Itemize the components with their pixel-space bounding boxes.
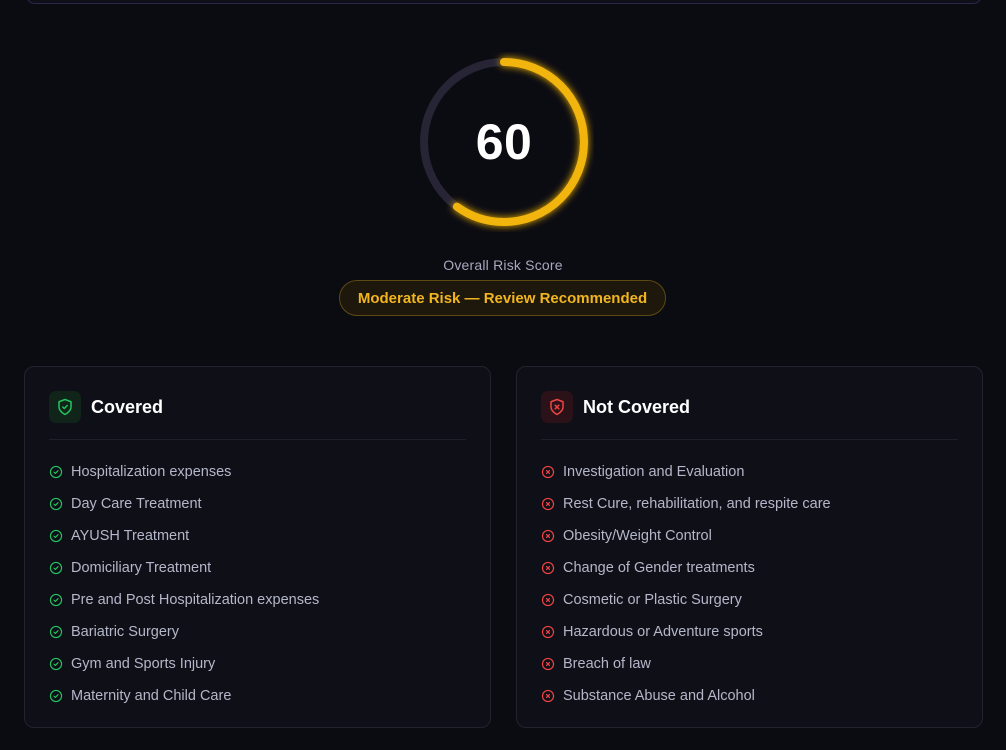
list-item: Investigation and Evaluation	[541, 456, 958, 488]
list-item-label: AYUSH Treatment	[71, 528, 190, 544]
list-item: AYUSH Treatment	[49, 520, 466, 552]
list-item: Gym and Sports Injury	[49, 648, 466, 680]
list-item: Obesity/Weight Control	[541, 520, 958, 552]
check-circle-icon	[49, 657, 63, 671]
list-item: Pre and Post Hospitalization expenses	[49, 584, 466, 616]
covered-card-header: Covered	[49, 391, 466, 440]
x-circle-icon	[541, 465, 555, 479]
list-item-label: Rest Cure, rehabilitation, and respite c…	[563, 496, 831, 512]
list-item: Maternity and Child Care	[49, 680, 466, 712]
list-item: Substance Abuse and Alcohol	[541, 680, 958, 712]
covered-title: Covered	[91, 397, 164, 417]
x-circle-icon	[541, 497, 555, 511]
not-covered-card: Not Covered Investigation and Evaluation…	[516, 366, 983, 728]
list-item: Domiciliary Treatment	[49, 552, 466, 584]
risk-score-value: 60	[475, 114, 533, 170]
list-item: Hazardous or Adventure sports	[541, 616, 958, 648]
list-item: Bariatric Surgery	[49, 616, 466, 648]
list-item-label: Change of Gender treatments	[563, 560, 755, 576]
check-circle-icon	[49, 625, 63, 639]
x-circle-icon	[541, 657, 555, 671]
check-circle-icon	[49, 593, 63, 607]
list-item-label: Maternity and Child Care	[71, 688, 232, 704]
risk-score-gauge: 60	[414, 52, 594, 232]
covered-card: Covered Hospitalization expenses Day Care…	[24, 366, 491, 728]
top-panel-edge	[26, 0, 982, 4]
list-item-label: Investigation and Evaluation	[563, 464, 745, 480]
x-circle-icon	[541, 529, 555, 543]
check-circle-icon	[49, 529, 63, 543]
shield-check-icon	[49, 391, 81, 423]
check-circle-icon	[49, 465, 63, 479]
x-circle-icon	[541, 689, 555, 703]
x-circle-icon	[541, 561, 555, 575]
list-item: Change of Gender treatments	[541, 552, 958, 584]
list-item-label: Obesity/Weight Control	[563, 528, 712, 544]
shield-x-icon	[541, 391, 573, 423]
list-item: Day Care Treatment	[49, 488, 466, 520]
list-item-label: Hospitalization expenses	[71, 464, 232, 480]
list-item-label: Breach of law	[563, 656, 651, 672]
list-item-label: Hazardous or Adventure sports	[563, 624, 763, 640]
not-covered-list: Investigation and Evaluation Rest Cure, r…	[541, 456, 958, 712]
not-covered-title: Not Covered	[583, 397, 691, 417]
list-item-label: Pre and Post Hospitalization expenses	[71, 592, 320, 608]
list-item-label: Gym and Sports Injury	[71, 656, 216, 672]
list-item: Breach of law	[541, 648, 958, 680]
x-circle-icon	[541, 593, 555, 607]
check-circle-icon	[49, 689, 63, 703]
list-item-label: Cosmetic or Plastic Surgery	[563, 592, 742, 608]
not-covered-card-header: Not Covered	[541, 391, 958, 440]
list-item: Hospitalization expenses	[49, 456, 466, 488]
risk-score-label: Overall Risk Score	[443, 257, 563, 273]
list-item: Rest Cure, rehabilitation, and respite c…	[541, 488, 958, 520]
list-item-label: Bariatric Surgery	[71, 624, 179, 640]
check-circle-icon	[49, 561, 63, 575]
list-item-label: Substance Abuse and Alcohol	[563, 688, 755, 704]
list-item: Cosmetic or Plastic Surgery	[541, 584, 958, 616]
x-circle-icon	[541, 625, 555, 639]
list-item-label: Day Care Treatment	[71, 496, 202, 512]
risk-level-badge: Moderate Risk — Review Recommended	[339, 280, 666, 316]
covered-list: Hospitalization expenses Day Care Treatme…	[49, 456, 466, 712]
check-circle-icon	[49, 497, 63, 511]
list-item-label: Domiciliary Treatment	[71, 560, 212, 576]
